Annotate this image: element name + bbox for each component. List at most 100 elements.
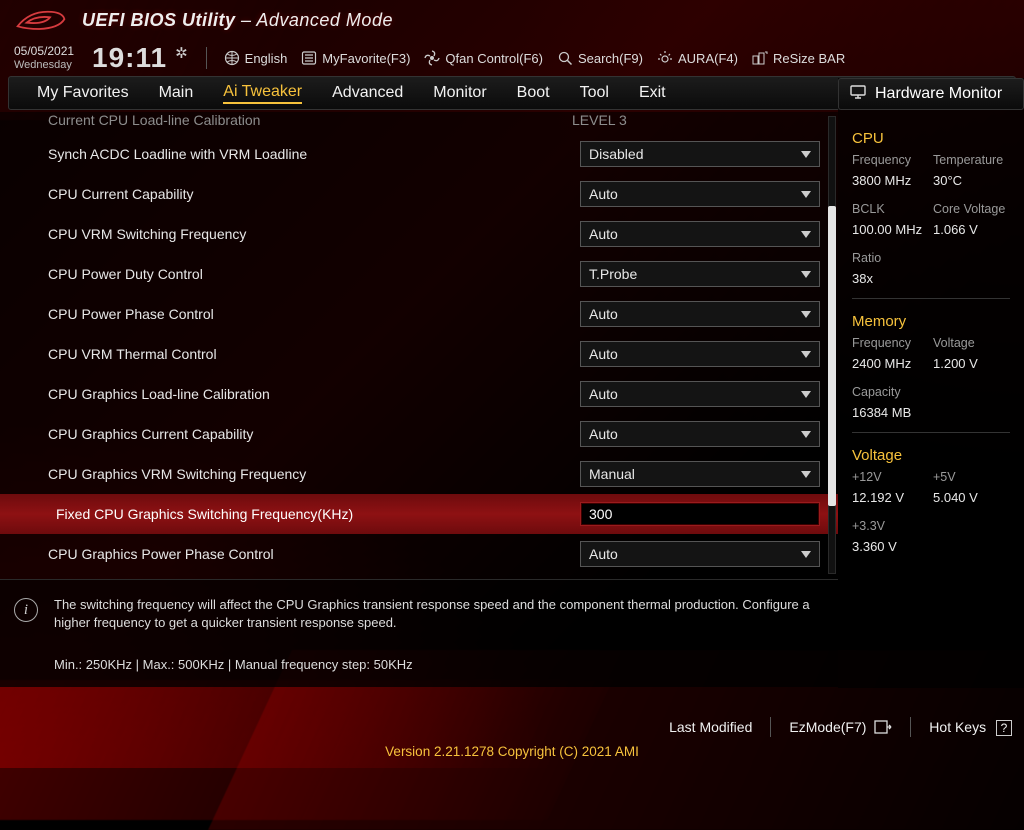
hw-section-memory: Memory xyxy=(838,299,1024,336)
setting-row[interactable]: Synch ACDC Loadline with VRM Loadline Dis… xyxy=(0,134,838,174)
setting-dropdown[interactable]: Auto xyxy=(580,381,820,407)
footer-links: Last Modified EzMode(F7) Hot Keys ? xyxy=(669,712,1012,742)
setting-row[interactable]: CPU VRM Switching Frequency Auto xyxy=(0,214,838,254)
hw-label: Core Voltage xyxy=(933,202,1010,216)
setting-label: CPU Graphics Current Capability xyxy=(48,426,580,442)
chevron-down-icon xyxy=(801,311,811,318)
setting-row[interactable]: CPU Graphics Load-line CalibrationAuto xyxy=(0,374,838,414)
setting-input[interactable] xyxy=(580,502,820,526)
dropdown-value: Auto xyxy=(589,186,618,202)
hw-value: 16384 MB xyxy=(852,405,929,420)
help-panel: i The switching frequency will affect th… xyxy=(0,579,838,687)
setting-dropdown[interactable]: T.Probe xyxy=(580,261,820,287)
setting-label: CPU Graphics Power Phase Control xyxy=(48,546,580,562)
aura-icon xyxy=(657,50,673,66)
chevron-down-icon xyxy=(801,431,811,438)
aura-button[interactable]: AURA(F4) xyxy=(652,50,743,66)
fan-icon xyxy=(424,50,440,66)
setting-label: Fixed CPU Graphics Switching Frequency(K… xyxy=(48,506,580,522)
setting-row[interactable]: CPU VRM Thermal ControlAuto xyxy=(0,334,838,374)
language-button[interactable]: English xyxy=(219,50,293,66)
setting-dropdown[interactable]: Auto xyxy=(580,181,820,207)
hw-value: 5.040 V xyxy=(933,490,1010,505)
setting-row: Current CPU Load-line CalibrationLEVEL 3 xyxy=(0,112,838,134)
app-title: UEFI BIOS Utility – Advanced Mode xyxy=(82,10,393,31)
hw-value: 3.360 V xyxy=(852,539,929,554)
setting-dropdown[interactable]: Disabled xyxy=(580,141,820,167)
search-icon xyxy=(557,50,573,66)
setting-row[interactable]: CPU Power Phase ControlAuto xyxy=(0,294,838,334)
hw-label: +5V xyxy=(933,470,1010,484)
dropdown-value: Auto xyxy=(589,226,618,242)
rog-logo-icon xyxy=(14,6,68,34)
setting-dropdown[interactable]: Manual xyxy=(580,461,820,487)
dropdown-value: Disabled xyxy=(589,146,643,162)
hw-label: Ratio xyxy=(852,251,929,265)
chevron-down-icon xyxy=(801,551,811,558)
setting-value: LEVEL 3 xyxy=(572,112,820,128)
version-text: Version 2.21.1278 Copyright (C) 2021 AMI xyxy=(0,744,1024,759)
setting-row[interactable]: CPU Graphics VRM Switching FrequencyManu… xyxy=(0,454,838,494)
resizebar-button[interactable]: ReSize BAR xyxy=(747,50,850,66)
setting-dropdown[interactable]: Auto xyxy=(580,421,820,447)
chevron-down-icon xyxy=(801,271,811,278)
hw-value: 100.00 MHz xyxy=(852,222,929,237)
hw-label: BCLK xyxy=(852,202,929,216)
clock-settings-icon[interactable]: ✲ xyxy=(175,44,188,62)
tab-my-favorites[interactable]: My Favorites xyxy=(37,84,129,102)
chevron-down-icon xyxy=(801,151,811,158)
help-text: The switching frequency will affect the … xyxy=(54,596,824,632)
qfan-button[interactable]: Qfan Control(F6) xyxy=(419,50,548,66)
monitor-icon xyxy=(849,83,867,106)
setting-row[interactable]: CPU Power Duty ControlT.Probe xyxy=(0,254,838,294)
tab-ai-tweaker[interactable]: Ai Tweaker xyxy=(223,83,302,104)
setting-label: Synch ACDC Loadline with VRM Loadline xyxy=(48,146,580,162)
setting-row[interactable]: CPU Graphics Power Phase Control Auto xyxy=(0,534,838,574)
setting-dropdown[interactable]: Auto xyxy=(580,301,820,327)
globe-icon xyxy=(224,50,240,66)
tab-tool[interactable]: Tool xyxy=(580,84,609,102)
setting-dropdown[interactable]: Auto xyxy=(580,221,820,247)
setting-row[interactable]: Fixed CPU Graphics Switching Frequency(K… xyxy=(0,494,838,534)
dropdown-value: Auto xyxy=(589,306,618,322)
tab-boot[interactable]: Boot xyxy=(517,84,550,102)
help-limits: Min.: 250KHz | Max.: 500KHz | Manual fre… xyxy=(54,656,824,674)
hw-section-voltage: Voltage xyxy=(838,433,1024,470)
hardware-monitor-title: Hardware Monitor xyxy=(838,78,1024,110)
myfavorite-button[interactable]: MyFavorite(F3) xyxy=(296,50,415,66)
setting-label: CPU Graphics Load-line Calibration xyxy=(48,386,580,402)
hw-value: 3800 MHz xyxy=(852,173,929,188)
hw-value: 2400 MHz xyxy=(852,356,929,371)
setting-label: CPU VRM Thermal Control xyxy=(48,346,580,362)
hw-label: Frequency xyxy=(852,153,929,167)
search-button[interactable]: Search(F9) xyxy=(552,50,648,66)
resize-bar-icon xyxy=(752,50,768,66)
hw-value: 12.192 V xyxy=(852,490,929,505)
dropdown-value: Auto xyxy=(589,546,618,562)
hw-label: +3.3V xyxy=(852,519,929,533)
list-icon xyxy=(301,50,317,66)
setting-label: CPU Graphics VRM Switching Frequency xyxy=(48,466,580,482)
clock: 19:11 xyxy=(90,42,171,74)
chevron-down-icon xyxy=(801,231,811,238)
setting-row[interactable]: CPU Graphics Current CapabilityAuto xyxy=(0,414,838,454)
hw-value: 30°C xyxy=(933,173,1010,188)
title-bar: UEFI BIOS Utility – Advanced Mode xyxy=(0,0,1024,40)
last-modified-button[interactable]: Last Modified xyxy=(669,719,752,735)
settings-panel: Current CPU Load-line CalibrationLEVEL 3… xyxy=(0,112,838,579)
ezmode-button[interactable]: EzMode(F7) xyxy=(789,719,892,735)
setting-dropdown[interactable]: Auto xyxy=(580,341,820,367)
scrollbar-thumb[interactable] xyxy=(828,206,836,506)
chevron-down-icon xyxy=(801,351,811,358)
tab-advanced[interactable]: Advanced xyxy=(332,84,403,102)
date-block: 05/05/2021 Wednesday xyxy=(14,44,86,72)
setting-dropdown[interactable]: Auto xyxy=(580,541,820,567)
setting-row[interactable]: CPU Current CapabilityAuto xyxy=(0,174,838,214)
tab-exit[interactable]: Exit xyxy=(639,84,666,102)
setting-label: CPU VRM Switching Frequency xyxy=(48,226,580,242)
tab-main[interactable]: Main xyxy=(159,84,194,102)
info-icon: i xyxy=(14,598,38,622)
chevron-down-icon xyxy=(801,191,811,198)
tab-monitor[interactable]: Monitor xyxy=(433,84,486,102)
hotkeys-button[interactable]: Hot Keys ? xyxy=(929,719,1012,736)
